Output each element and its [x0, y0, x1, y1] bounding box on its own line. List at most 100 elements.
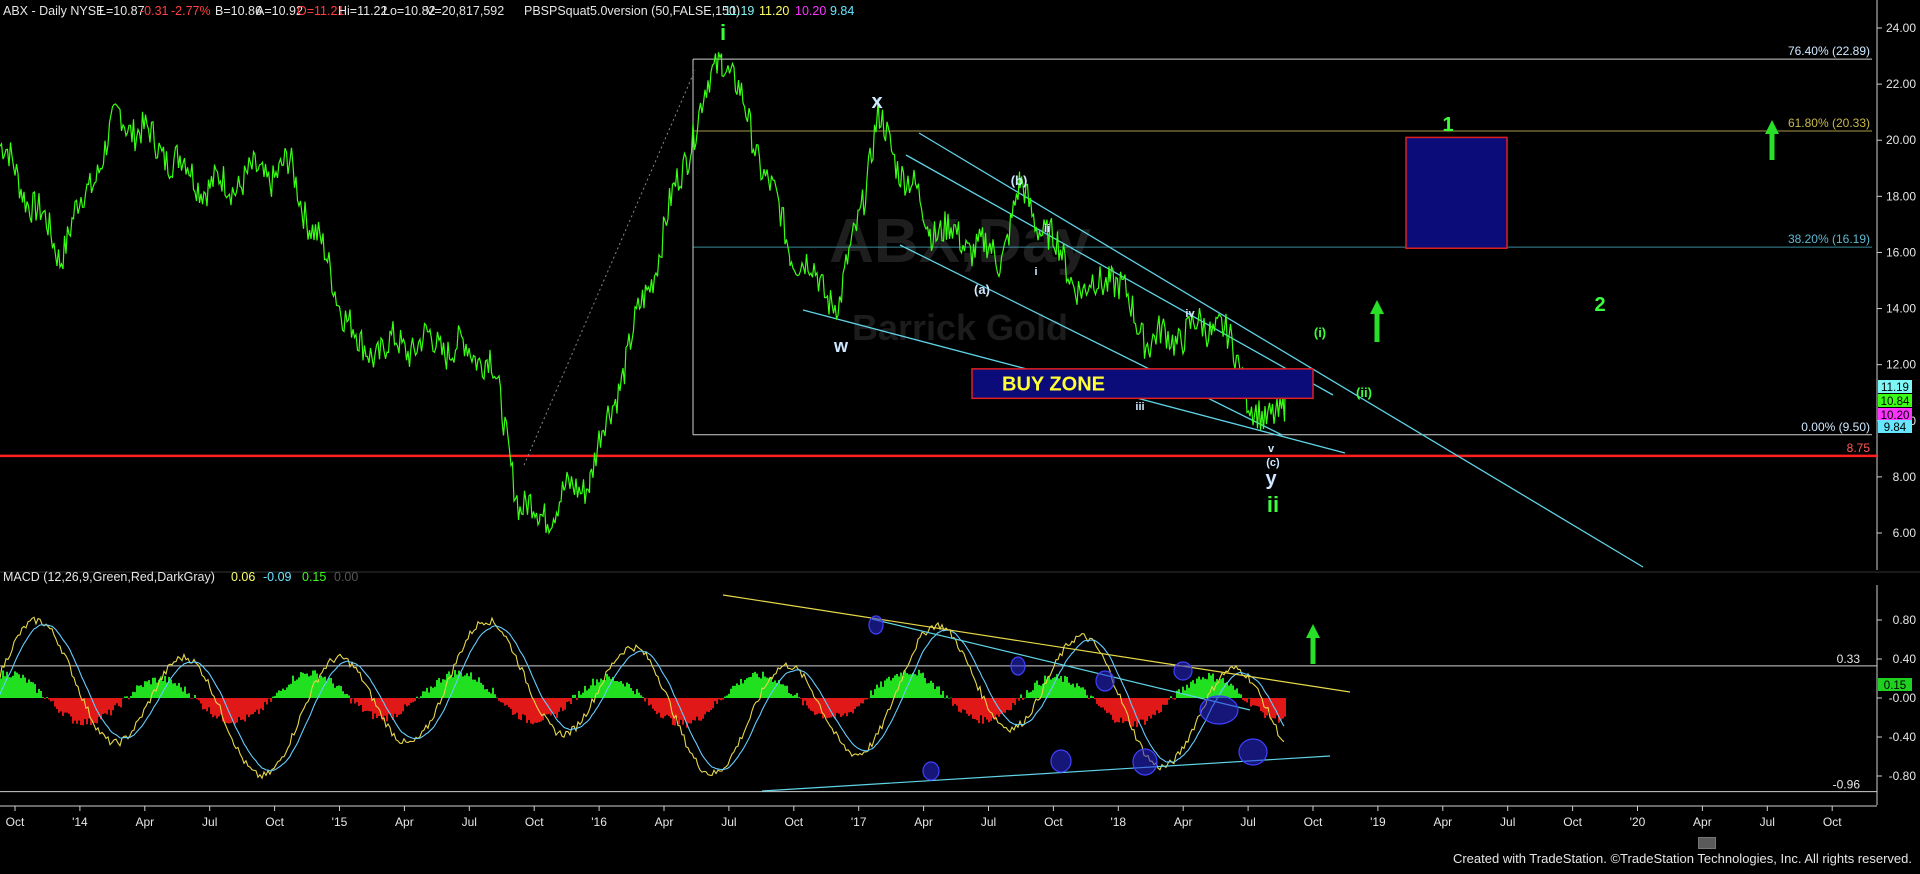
macd-hist-bar — [646, 698, 648, 699]
macd-hist-bar — [528, 698, 530, 720]
macd-hist-bar — [204, 698, 206, 709]
macd-hist-bar — [1174, 698, 1176, 700]
macd-hist-bar — [276, 692, 278, 698]
macd-hist-bar — [1144, 698, 1146, 725]
macd-hist-bar — [1188, 687, 1190, 698]
macd-pivot-marker — [1050, 749, 1072, 773]
macd-hist-bar — [978, 698, 980, 724]
macd-hist-bar — [104, 698, 106, 714]
price-tick-label: 6.00 — [1893, 526, 1917, 540]
macd-hist-bar — [748, 677, 750, 698]
macd-hist-bar — [664, 698, 666, 717]
macd-hist-bar — [714, 698, 716, 702]
macd-hist-bar — [1126, 698, 1128, 722]
macd-hist-bar — [1148, 698, 1150, 717]
macd-hist-bar — [1108, 698, 1110, 713]
macd-hist-bar — [722, 698, 724, 700]
macd-hist-bar — [1244, 698, 1246, 702]
macd-hist-bar — [878, 687, 880, 698]
macd-hist-bar — [1168, 698, 1170, 700]
time-tick-label: Jul — [721, 815, 736, 829]
macd-hist-bar — [1220, 679, 1222, 698]
macd-hist-bar — [914, 674, 916, 698]
macd-hist-bar — [960, 698, 962, 713]
macd-hist-bar — [712, 698, 714, 709]
price-chart: ABX - Daily NYSE L=10.87 -0.31 -2.77% B=… — [0, 0, 1920, 870]
macd-hist-bar — [990, 698, 992, 721]
macd-hist-bar — [1248, 697, 1250, 699]
fib-level-label: 61.80% (20.33) — [1788, 116, 1870, 130]
macd-hist-bar — [690, 698, 692, 724]
macd-hist-bar — [790, 694, 792, 698]
macd-hist-bar — [478, 677, 480, 698]
macd-hist-bar — [794, 694, 796, 698]
macd-hist-bar — [1020, 694, 1022, 698]
macd-hist-bar — [54, 698, 56, 707]
macd-hist-bar — [796, 693, 798, 698]
macd-hist-bar — [606, 673, 608, 698]
macd-hist-bar — [472, 679, 474, 698]
macd-hist-bar — [1152, 698, 1154, 715]
macd-hist-bar — [70, 698, 72, 717]
wave-iv: iv — [1185, 308, 1195, 320]
macd-hist-bar — [130, 696, 132, 698]
price-tag-text: 10.84 — [1881, 396, 1910, 408]
time-tick-label: Jul — [462, 815, 477, 829]
macd-hist-bar — [468, 676, 470, 698]
macd-title: MACD (12,26,9,Green,Red,DarkGray) — [3, 570, 215, 584]
wave-v: v — [1268, 443, 1275, 455]
macd-hist-bar — [588, 688, 590, 698]
macd-hist-bar — [412, 698, 414, 703]
macd-hist-bar — [626, 682, 628, 698]
macd-hist-bar — [508, 698, 510, 708]
macd-hist-bar — [86, 698, 88, 725]
wave-x: x — [871, 91, 882, 113]
macd-hist-bar — [336, 686, 338, 698]
macd-hist-bar — [248, 698, 250, 718]
macd-hist-bar — [420, 696, 422, 698]
macd-hist-bar — [394, 698, 396, 714]
macd-hist-bar — [516, 698, 518, 713]
header-study-value-3: 10.20 — [795, 4, 826, 18]
fib-level-label: 38.20% (16.19) — [1788, 232, 1870, 246]
scrollbar-thumb[interactable] — [1698, 837, 1716, 849]
macd-hist-bar — [890, 680, 892, 698]
horizontal-scrollbar[interactable] — [0, 836, 1920, 849]
macd-hist-bar — [216, 698, 218, 719]
macd-hist-bar — [334, 687, 336, 698]
macd-hist-bar — [358, 698, 360, 707]
macd-hist-bar — [1284, 698, 1286, 717]
macd-hist-bar — [62, 698, 64, 717]
macd-hist-bar — [738, 685, 740, 698]
macd-hist-bar — [710, 698, 712, 711]
price-tick-label: 22.00 — [1886, 77, 1916, 91]
macd-hist-bar — [4, 676, 6, 698]
macd-hist-bar — [1068, 682, 1070, 698]
macd-hist-bar — [116, 698, 118, 704]
macd-hist-bar — [568, 698, 570, 702]
macd-hist-bar — [1080, 687, 1082, 698]
macd-hist-bar — [352, 698, 354, 699]
macd-hist-bar — [270, 698, 272, 702]
macd-hist-bar — [390, 698, 392, 715]
macd-value-2: -0.09 — [263, 570, 292, 584]
macd-hist-bar — [1212, 673, 1214, 698]
macd-hist-bar — [152, 677, 154, 698]
macd-hist-bar — [592, 678, 594, 698]
macd-hist-bar — [488, 691, 490, 698]
macd-hist-bar — [192, 698, 194, 699]
macd-hist-bar — [1012, 698, 1014, 704]
macd-hist-bar — [658, 698, 660, 713]
macd-hist-bar — [346, 693, 348, 698]
macd-hist-bar — [948, 697, 950, 699]
macd-hist-bar — [572, 695, 574, 698]
macd-hist-bar — [792, 695, 794, 698]
macd-hist-bar — [1006, 698, 1008, 710]
macd-hist-bar — [740, 678, 742, 698]
macd-hist-bar — [1196, 678, 1198, 698]
macd-hist-bar — [882, 686, 884, 698]
macd-hist-bar — [1014, 698, 1016, 705]
macd-hist-bar — [870, 690, 872, 698]
header-bid: B=10.86 — [215, 4, 262, 18]
macd-hist-bar — [782, 684, 784, 698]
